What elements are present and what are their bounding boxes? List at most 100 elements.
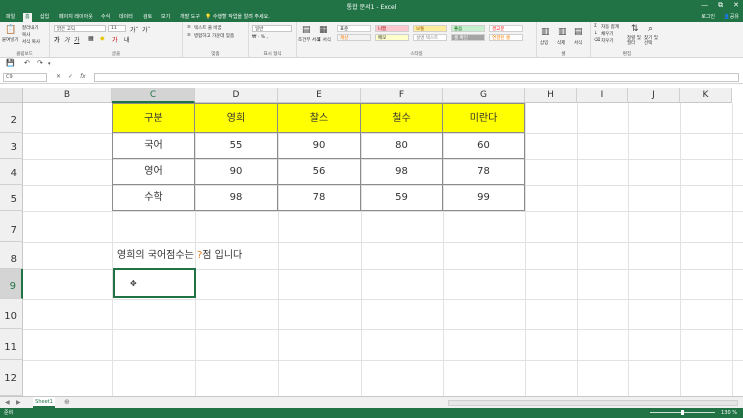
row-header-2[interactable]: 2 <box>0 103 23 133</box>
table-cell[interactable]: 국어 <box>113 133 195 159</box>
cell-style-0[interactable]: 표준 <box>337 25 371 32</box>
table-cell[interactable]: 98 <box>361 159 443 185</box>
table-header-cell[interactable]: 영희 <box>195 104 278 133</box>
merge-center-button[interactable]: 병합하고 가운데 맞춤 <box>194 33 234 39</box>
sort-filter-icon[interactable]: ⇅ <box>631 24 639 34</box>
align-left-icon[interactable]: ≡ <box>187 33 191 38</box>
sheet-prev-icon[interactable]: ◀ <box>5 399 10 406</box>
tab-insert[interactable]: 삽입 <box>38 13 51 22</box>
share-button[interactable]: 👤공유 <box>724 13 739 22</box>
close-icon[interactable]: ✕ <box>733 1 739 10</box>
column-header-g[interactable]: G <box>443 88 525 103</box>
horizontal-scrollbar[interactable] <box>448 400 738 406</box>
font-shrink-icon[interactable]: 가ˇ <box>142 25 151 34</box>
minimize-icon[interactable]: — <box>701 1 708 10</box>
clear-button[interactable]: 지우기 <box>601 38 613 44</box>
autosum-icon[interactable]: Σ <box>594 24 597 29</box>
bold-icon[interactable]: 가 <box>54 35 60 44</box>
sentence-cell[interactable]: 영희의 국어점수는 ?점 입니다 <box>117 246 242 261</box>
insert-function-icon[interactable]: fx <box>80 73 86 80</box>
row-header-10[interactable]: 10 <box>0 299 23 329</box>
cancel-icon[interactable]: ✕ <box>56 73 61 80</box>
cut-button[interactable]: 잘라내기 <box>22 25 39 31</box>
autosum-button[interactable]: 자동 합계 <box>601 24 619 30</box>
customize-qat-icon[interactable]: ▾ <box>48 61 51 67</box>
cell-style-2[interactable]: 보통 <box>413 25 447 32</box>
fill-button[interactable]: 채우기 <box>601 31 613 37</box>
format-cells-icon[interactable]: ▤ <box>574 27 583 37</box>
format-cells-button[interactable]: 서식 <box>574 40 582 46</box>
cell-style-7[interactable]: 설명 텍스트 <box>413 34 447 41</box>
tab-file[interactable]: 파일 <box>4 13 17 22</box>
redo-icon[interactable]: ↷ <box>37 59 43 67</box>
table-cell[interactable]: 90 <box>278 133 361 159</box>
table-cell[interactable]: 59 <box>361 185 443 211</box>
table-format-button[interactable]: 표 서식 <box>317 37 331 43</box>
row-header-12[interactable]: 12 <box>0 360 23 396</box>
add-sheet-icon[interactable]: ⊕ <box>64 398 70 406</box>
tab-home[interactable]: 홈 <box>23 13 32 22</box>
zoom-level[interactable]: 130 % <box>721 408 737 418</box>
table-cell[interactable]: 90 <box>195 159 278 185</box>
active-cell[interactable] <box>113 268 196 298</box>
table-cell[interactable]: 78 <box>278 185 361 211</box>
tab-data[interactable]: 데이터 <box>117 13 135 22</box>
tab-review[interactable]: 검토 <box>141 13 154 22</box>
table-cell[interactable]: 55 <box>195 133 278 159</box>
row-header-3[interactable]: 3 <box>0 133 23 159</box>
number-format-select[interactable]: 일반 <box>252 25 292 32</box>
save-icon[interactable]: 💾 <box>6 59 15 67</box>
cell-style-4[interactable]: 경고문 <box>489 25 523 32</box>
cell-style-8[interactable]: 셀 확인 <box>451 34 485 41</box>
sheet-next-icon[interactable]: ▶ <box>16 399 21 406</box>
column-header-f[interactable]: F <box>361 88 443 103</box>
table-header-cell[interactable]: 구분 <box>113 104 195 133</box>
phonetic-icon[interactable]: 내 <box>124 35 130 44</box>
tab-formulas[interactable]: 수식 <box>99 13 112 22</box>
select-all-corner[interactable] <box>0 88 23 103</box>
login-link[interactable]: 로그인 <box>701 13 715 22</box>
font-grow-icon[interactable]: 가ˆ <box>130 25 139 34</box>
formula-input[interactable] <box>94 73 739 82</box>
conditional-format-icon[interactable]: ▤ <box>302 25 311 35</box>
currency-icon[interactable]: ₩ · % , <box>252 35 268 40</box>
table-header-cell[interactable]: 찰스 <box>278 104 361 133</box>
delete-cells-button[interactable]: 삭제 <box>557 40 565 46</box>
row-header-5[interactable]: 5 <box>0 185 23 211</box>
column-header-h[interactable]: H <box>525 88 577 103</box>
underline-icon[interactable]: 가 <box>74 35 80 44</box>
column-header-b[interactable]: B <box>23 88 112 103</box>
column-header-e[interactable]: E <box>278 88 361 103</box>
search-icon[interactable]: ⌕ <box>648 24 653 34</box>
cell-style-6[interactable]: 메모 <box>375 34 409 41</box>
tell-me-box[interactable]: 💡 수행할 작업을 알려 주세요. <box>205 13 270 22</box>
name-box[interactable]: C9 <box>3 73 47 82</box>
table-cell[interactable]: 56 <box>278 159 361 185</box>
tab-developer[interactable]: 개발 도구 <box>178 13 202 22</box>
row-header-11[interactable]: 11 <box>0 329 23 360</box>
fill-icon[interactable]: ↓ <box>594 31 598 36</box>
sort-filter-button[interactable]: 정렬 및 필터 <box>627 36 643 46</box>
clear-icon[interactable]: ⌫ <box>594 38 600 43</box>
enter-icon[interactable]: ✓ <box>68 73 73 80</box>
undo-icon[interactable]: ↶ <box>24 59 30 67</box>
fill-color-icon[interactable]: ◆ <box>100 35 105 42</box>
table-header-cell[interactable]: 미란다 <box>443 104 525 133</box>
column-header-k[interactable]: K <box>680 88 732 103</box>
paste-button[interactable]: 붙여넣기 <box>2 37 19 43</box>
table-cell[interactable]: 78 <box>443 159 525 185</box>
column-header-i[interactable]: I <box>577 88 628 103</box>
row-header-7[interactable]: 7 <box>0 211 23 242</box>
font-size-select[interactable]: 11 <box>108 25 126 32</box>
row-header-4[interactable]: 4 <box>0 159 23 185</box>
table-cell[interactable]: 영어 <box>113 159 195 185</box>
table-cell[interactable]: 수학 <box>113 185 195 211</box>
table-cell[interactable]: 80 <box>361 133 443 159</box>
restore-icon[interactable]: ⧉ <box>718 1 723 10</box>
find-select-button[interactable]: 찾기 및 선택 <box>644 36 660 46</box>
insert-cells-button[interactable]: 삽입 <box>540 40 548 46</box>
column-header-j[interactable]: J <box>628 88 680 103</box>
table-cell[interactable]: 99 <box>443 185 525 211</box>
zoom-slider-knob[interactable] <box>681 410 684 415</box>
border-icon[interactable]: ▦ <box>88 35 94 42</box>
